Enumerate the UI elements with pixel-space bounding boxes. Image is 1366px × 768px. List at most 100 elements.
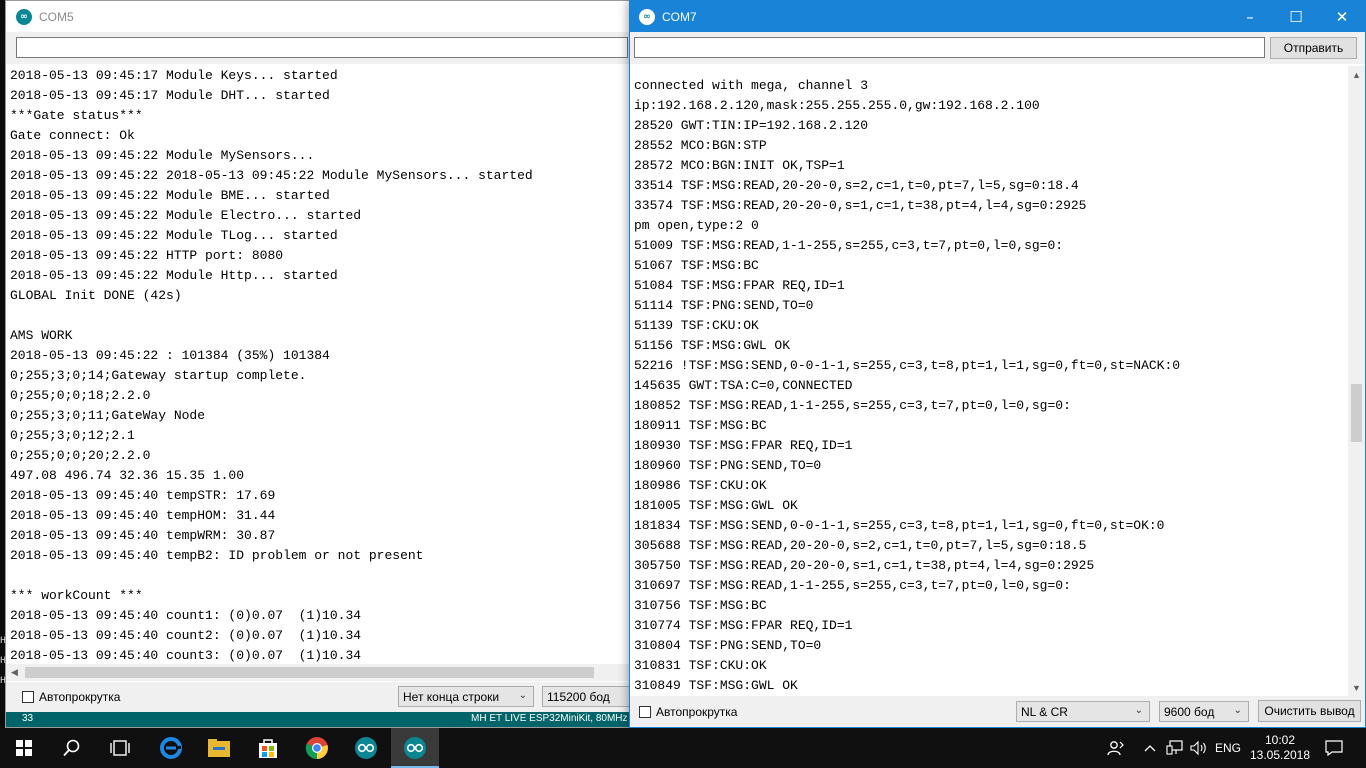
network-button[interactable]: [1164, 728, 1186, 768]
close-icon[interactable]: ✕: [1319, 1, 1365, 32]
arduino-button[interactable]: [342, 728, 390, 768]
task-view-icon: [110, 740, 130, 756]
output-line: 310756 TSF:MSG:BC: [634, 598, 767, 613]
serial-monitor-com7: ∞ COM7 – ☐ ✕ Отправить connected with me…: [629, 0, 1366, 728]
autoscroll-label: Автопрокрутка: [656, 705, 738, 719]
scroll-down-icon[interactable]: ▼: [1348, 679, 1365, 696]
titlebar[interactable]: ∞ COM5: [6, 1, 635, 32]
scroll-left-icon[interactable]: ◀: [6, 664, 23, 681]
line-ending-select[interactable]: Нет конца строки ⌄: [398, 686, 534, 707]
store-button[interactable]: [244, 728, 292, 768]
vertical-scrollbar[interactable]: ▲ ▼: [1348, 66, 1365, 696]
titlebar[interactable]: ∞ COM7 – ☐ ✕: [630, 1, 1365, 32]
output-line: 51084 TSF:MSG:FPAR REQ,ID=1: [634, 278, 845, 293]
output-line: connected with mega, channel 3: [634, 78, 869, 93]
output-line: 0;255;3;0;11;GateWay Node: [10, 408, 206, 423]
action-center-button[interactable]: [1318, 728, 1350, 768]
output-line: 2018-05-13 09:45:22 Module Electro... st…: [10, 208, 362, 223]
chevron-up-icon: [1144, 745, 1156, 752]
language-indicator[interactable]: ENG: [1212, 728, 1244, 768]
file-explorer-button[interactable]: [195, 728, 243, 768]
output-line: 305750 TSF:MSG:READ,20-20-0,s=1,c=1,t=38…: [634, 558, 1095, 573]
network-icon: [1166, 740, 1183, 755]
output-line: ip:192.168.2.120,mask:255.255.255.0,gw:1…: [634, 98, 1040, 113]
output-line: 0;255;0;0;18;2.2.0: [10, 388, 151, 403]
window-title: COM5: [39, 9, 74, 24]
maximize-icon[interactable]: ☐: [1273, 1, 1319, 32]
edge-button[interactable]: [147, 728, 195, 768]
task-view-button[interactable]: [96, 728, 144, 768]
send-button[interactable]: Отправить: [1270, 37, 1357, 59]
output-line: GLOBAL Init DONE (42s): [10, 288, 182, 303]
serial-output[interactable]: 2018-05-13 09:45:17 Module Keys... start…: [6, 66, 635, 664]
store-icon: [259, 739, 277, 758]
arduino-icon: ∞: [639, 8, 655, 25]
line-ending-value: NL & CR: [1021, 704, 1068, 719]
output-line: AMS WORK: [10, 328, 73, 343]
checkbox-box[interactable]: [22, 691, 34, 703]
output-line: 310697 TSF:MSG:READ,1-1-255,s=255,c=3,t=…: [634, 578, 1071, 593]
output-line: 28520 GWT:TIN:IP=192.168.2.120: [634, 118, 869, 133]
chevron-down-icon: ⌄: [1233, 705, 1242, 716]
chevron-down-icon: ⌄: [1134, 705, 1143, 716]
output-line: 310831 TSF:CKU:OK: [634, 658, 767, 673]
output-line: 0;255;3;0;12;2.1: [10, 428, 135, 443]
output-line: 28552 MCO:BGN:STP: [634, 138, 767, 153]
output-line: 2018-05-13 09:45:40 count3: (0)0.07 (1)1…: [10, 648, 362, 663]
baud-select[interactable]: 115200 бод: [542, 686, 637, 707]
output-line: 51114 TSF:PNG:SEND,TO=0: [634, 298, 814, 313]
baud-select[interactable]: 9600 бод ⌄: [1159, 701, 1249, 722]
bottom-bar: Автопрокрутка Нет конца строки ⌄ 115200 …: [6, 682, 637, 712]
people-button[interactable]: [1104, 728, 1128, 768]
minimize-icon[interactable]: –: [1227, 1, 1273, 32]
output-line: 2018-05-13 09:45:22 Module BME... starte…: [10, 188, 330, 203]
arduino-icon: ∞: [16, 8, 32, 25]
search-button[interactable]: [48, 728, 96, 768]
clear-output-button[interactable]: Очистить вывод: [1258, 700, 1361, 722]
chevron-down-icon: ⌄: [518, 690, 527, 701]
output-line: 2018-05-13 09:45:40 count2: (0)0.07 (1)1…: [10, 628, 362, 643]
autoscroll-checkbox[interactable]: Автопрокрутка: [22, 690, 120, 704]
output-line: 2018-05-13 09:45:22 HTTP port: 8080: [10, 248, 284, 263]
scroll-up-icon[interactable]: ▲: [1348, 66, 1365, 83]
output-line: 145635 GWT:TSA:C=0,CONNECTED: [634, 378, 853, 393]
horizontal-scrollbar[interactable]: ◀: [6, 664, 635, 681]
line-ending-select[interactable]: NL & CR ⌄: [1016, 701, 1150, 722]
bottom-bar: Автопрокрутка NL & CR ⌄ 9600 бод ⌄ Очист…: [630, 696, 1365, 727]
send-input[interactable]: [16, 37, 628, 58]
output-line: 52216 !TSF:MSG:SEND,0-0-1-1,s=255,c=3,t=…: [634, 358, 1181, 373]
volume-button[interactable]: [1188, 728, 1210, 768]
scroll-thumb[interactable]: [1351, 384, 1362, 442]
baud-value: 9600 бод: [1164, 704, 1215, 719]
output-line: 497.08 496.74 32.36 15.35 1.00: [10, 468, 245, 483]
output-line: 0;255;0;0;20;2.2.0: [10, 448, 151, 463]
status-board: MH ET LIVE ESP32MiniKit, 80MHz: [471, 713, 628, 724]
output-line: 51009 TSF:MSG:READ,1-1-255,s=255,c=3,t=7…: [634, 238, 1064, 253]
output-line: 2018-05-13 09:45:40 tempSTR: 17.69: [10, 488, 276, 503]
send-row: Отправить: [630, 32, 1365, 64]
show-hidden-icons-button[interactable]: [1140, 728, 1160, 768]
autoscroll-checkbox[interactable]: Автопрокрутка: [639, 705, 737, 719]
output-line: *** workCount ***: [10, 588, 143, 603]
scroll-thumb[interactable]: [25, 667, 594, 678]
output-line: 2018-05-13 09:45:22 : 101384 (35%) 10138…: [10, 348, 330, 363]
taskbar: ENG 10:02 13.05.2018: [0, 728, 1366, 768]
serial-output[interactable]: connected with mega, channel 3 ip:192.168…: [630, 66, 1348, 696]
output-line: 2018-05-13 09:45:40 tempHOM: 31.44: [10, 508, 276, 523]
chrome-icon: [305, 737, 328, 760]
file-explorer-icon: [208, 739, 230, 757]
output-line: 2018-05-13 09:45:22 Module MySensors...: [10, 148, 315, 163]
checkbox-box[interactable]: [639, 706, 651, 718]
send-input[interactable]: [634, 37, 1265, 58]
output-line: 310774 TSF:MSG:FPAR REQ,ID=1: [634, 618, 853, 633]
arduino-button-active[interactable]: [391, 728, 439, 768]
clock[interactable]: 10:02 13.05.2018: [1250, 728, 1310, 768]
speaker-icon: [1190, 740, 1206, 756]
start-button[interactable]: [0, 728, 48, 768]
edge-icon: [160, 737, 182, 759]
output-line: 181834 TSF:MSG:SEND,0-0-1-1,s=255,c=3,t=…: [634, 518, 1165, 533]
output-line: pm open,type:2 0: [634, 218, 759, 233]
chrome-button[interactable]: [293, 728, 341, 768]
start-icon: [16, 740, 32, 756]
